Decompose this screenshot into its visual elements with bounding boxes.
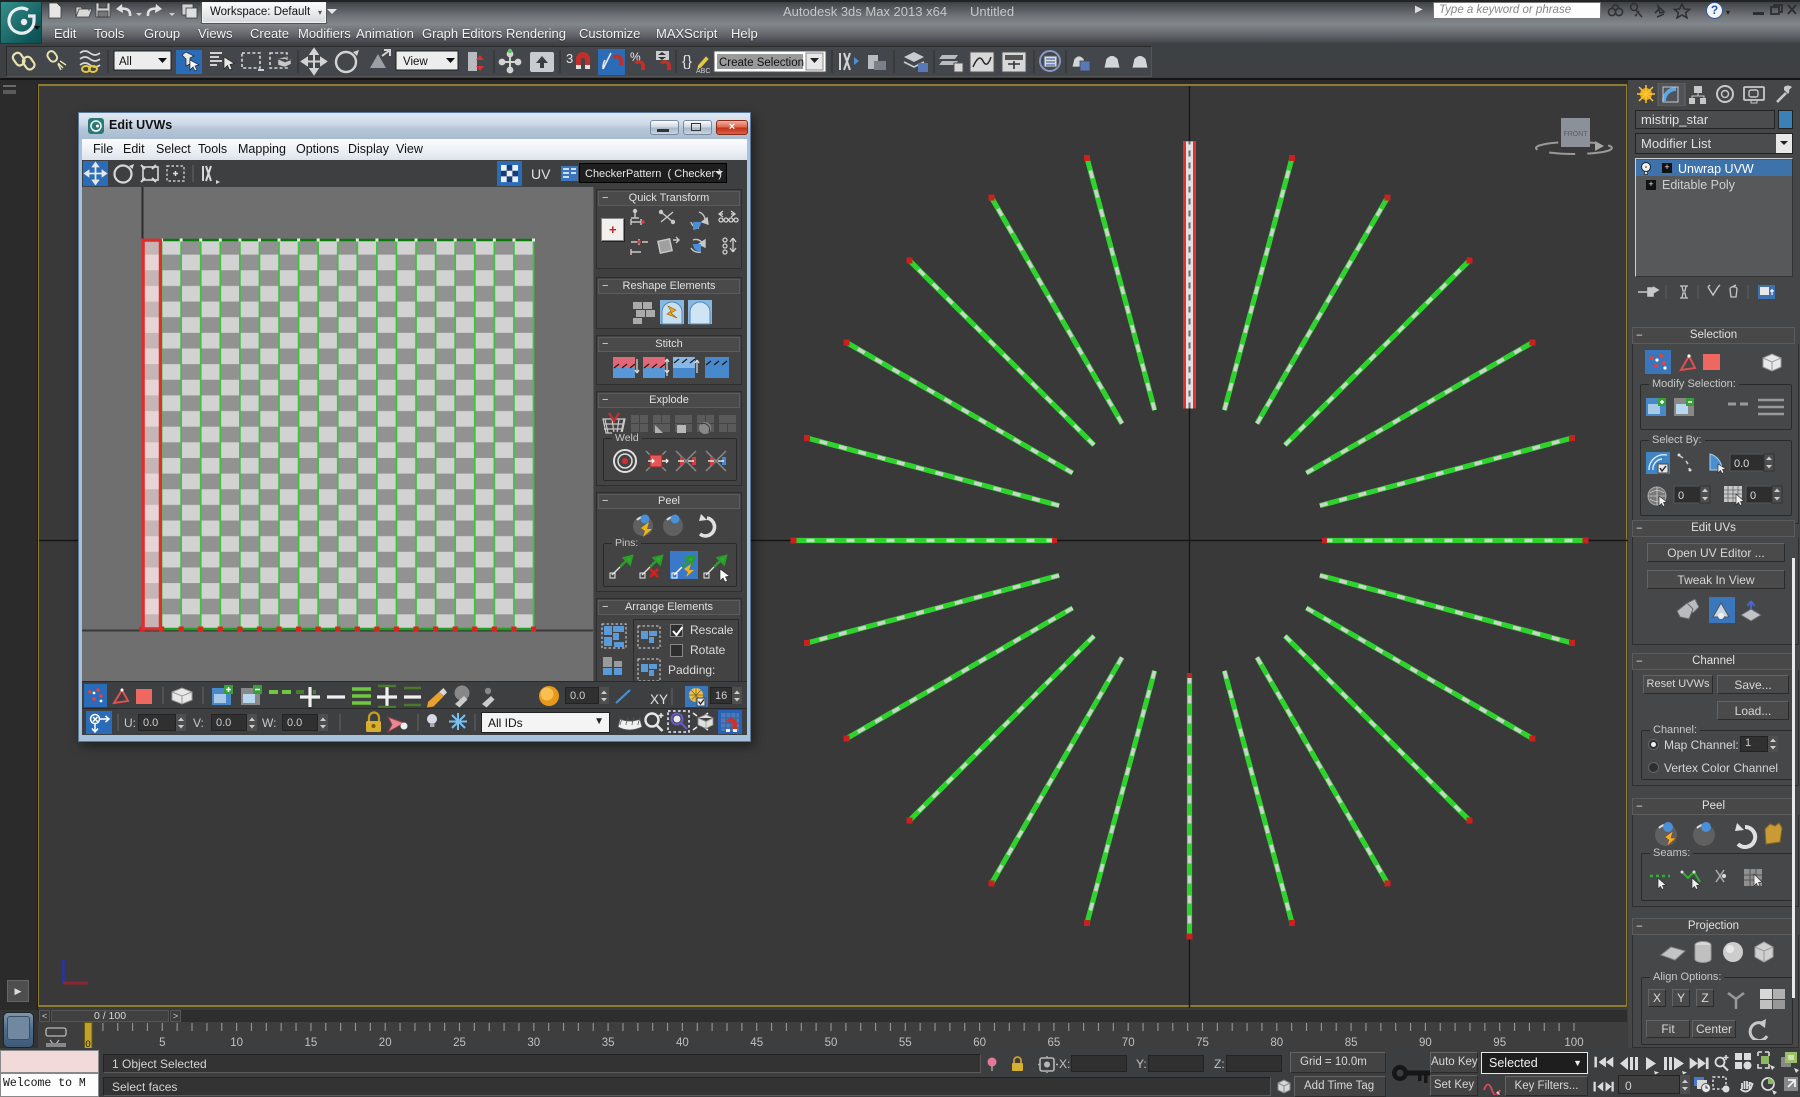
svg-text:FRONT: FRONT (1563, 131, 1588, 138)
svg-text:{}: {} (682, 53, 692, 70)
svg-text:0: 0 (1678, 490, 1684, 502)
svg-text:View: View (403, 56, 428, 68)
svg-text:W:: W: (262, 716, 276, 730)
svg-text:UV: UV (531, 166, 551, 182)
svg-text:XY: XY (650, 692, 668, 707)
svg-text:0: 0 (1750, 490, 1756, 502)
svg-text:V:: V: (193, 716, 204, 730)
svg-text:U:: U: (124, 716, 136, 730)
svg-text:3: 3 (566, 51, 573, 66)
svg-text:0.0: 0.0 (1734, 458, 1749, 470)
svg-text:ABC: ABC (696, 68, 710, 75)
svg-text:All: All (119, 56, 132, 68)
